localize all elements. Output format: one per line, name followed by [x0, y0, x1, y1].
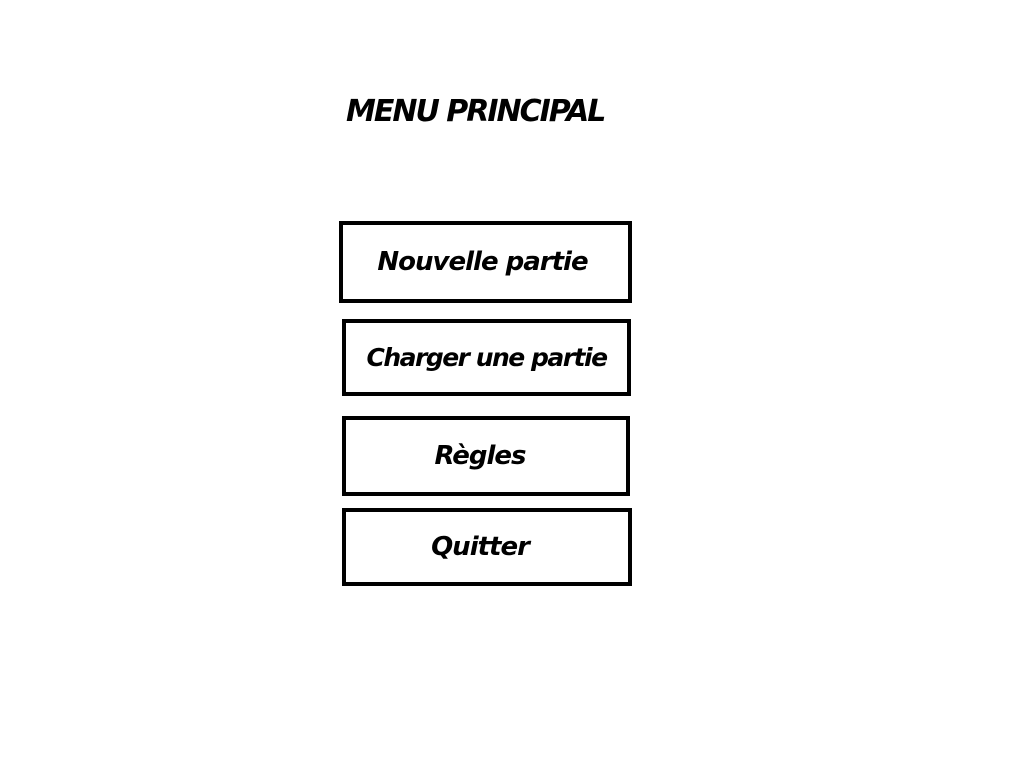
- quit-label: Quitter: [431, 532, 530, 562]
- load-game-button[interactable]: Charger une partie: [342, 319, 631, 396]
- rules-label: Règles: [434, 441, 527, 471]
- new-game-label: Nouvelle partie: [377, 247, 588, 277]
- new-game-button[interactable]: Nouvelle partie: [339, 221, 632, 303]
- rules-button[interactable]: Règles: [342, 416, 630, 496]
- page-title: MENU PRINCIPAL: [346, 94, 606, 129]
- quit-button[interactable]: Quitter: [342, 508, 632, 586]
- load-game-label: Charger une partie: [366, 343, 608, 372]
